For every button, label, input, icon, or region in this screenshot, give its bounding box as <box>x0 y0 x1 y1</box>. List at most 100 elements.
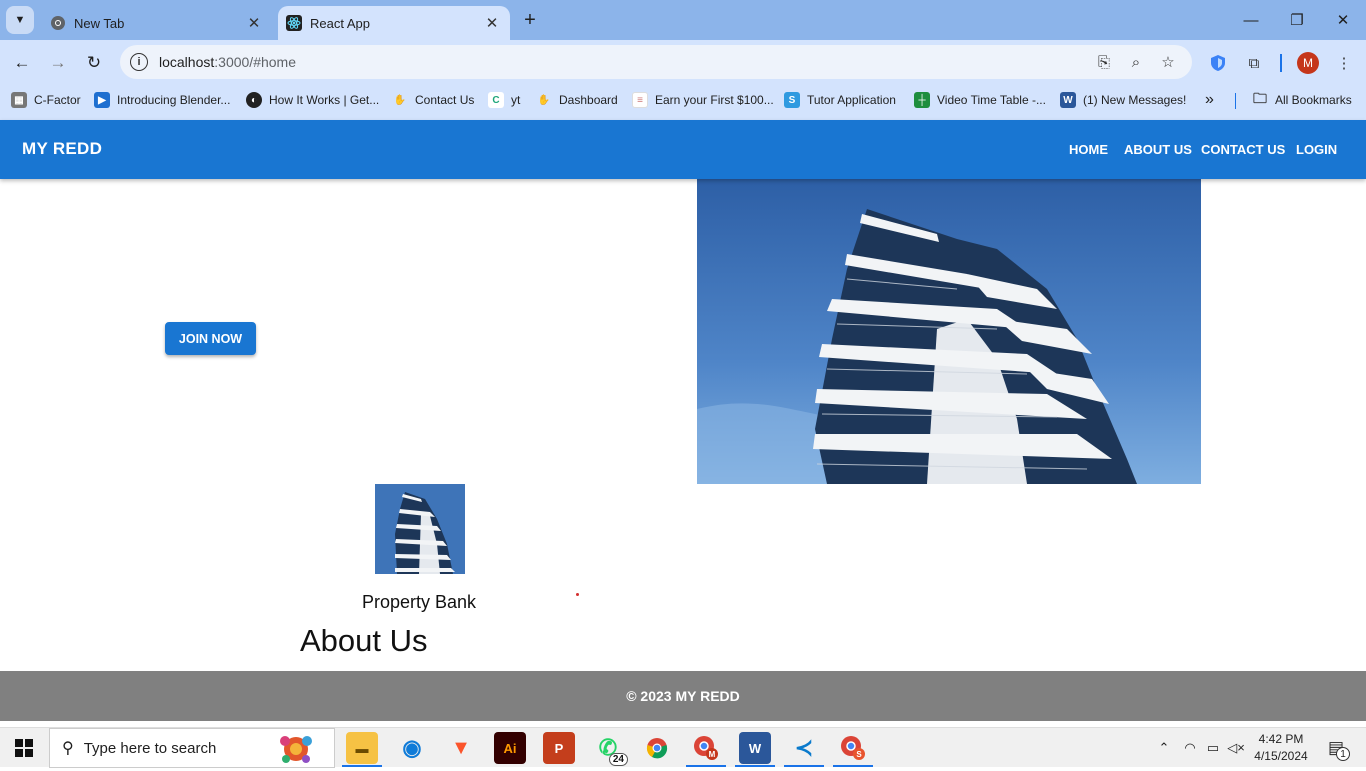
page-footer: © 2023 MY REDD <box>0 671 1366 721</box>
svg-text:S: S <box>856 750 862 759</box>
bookmark-label: Earn your First $100... <box>655 93 774 107</box>
browser-toolbar: ← → ↻ i localhost:3000/#home ⎘ ⌕ ☆ ⧉ M ⋮ <box>0 40 1366 86</box>
windows-taskbar: ⚲ Type here to search ▬ ◉ ▼ Ai P ✆ 24 M … <box>0 727 1366 768</box>
bookmark-item[interactable]: ▦ C-Factor <box>11 91 81 109</box>
bookmark-item[interactable]: ≡ Earn your First $100... <box>632 91 774 109</box>
plus-icon: + <box>524 8 536 31</box>
all-bookmarks-label: All Bookmarks <box>1275 93 1352 107</box>
cursor-dot <box>576 593 579 596</box>
battery-icon[interactable]: ▭ <box>1203 728 1223 768</box>
bookmark-item[interactable]: ▶ Introducing Blender... <box>94 91 230 109</box>
all-bookmarks-button[interactable]: 🗀 All Bookmarks <box>1252 90 1352 109</box>
url-host: localhost <box>159 54 215 70</box>
new-tab-button[interactable]: + <box>518 8 542 32</box>
bookmark-label: C-Factor <box>34 93 81 107</box>
bookmark-item[interactable]: C yt <box>488 91 520 109</box>
tab-react-app[interactable]: React App ✕ <box>278 6 510 40</box>
bookmark-item[interactable]: W (1) New Messages! <box>1060 91 1186 109</box>
shield-extension-icon[interactable] <box>1207 52 1229 74</box>
close-tab-icon[interactable]: ✕ <box>482 13 502 33</box>
s-icon: S <box>784 92 800 108</box>
word-taskbar-icon[interactable]: W <box>739 732 771 764</box>
sheets-icon: ┼ <box>914 92 930 108</box>
nav-contact-link[interactable]: CONTACT US <box>1201 142 1285 157</box>
nav-about-link[interactable]: ABOUT US <box>1124 142 1192 157</box>
star-icon[interactable]: ☆ <box>1158 52 1178 72</box>
join-now-button[interactable]: JOIN NOW <box>165 322 256 355</box>
minimize-button[interactable]: — <box>1239 8 1263 32</box>
wifi-icon[interactable]: ◠ <box>1180 728 1200 768</box>
tab-new-tab[interactable]: New Tab ✕ <box>40 6 272 40</box>
c-icon: C <box>488 92 504 108</box>
brand-logo-text[interactable]: MY REDD <box>22 139 102 159</box>
cfactor-icon: ▦ <box>11 92 27 108</box>
brave-icon[interactable]: ▼ <box>445 732 477 764</box>
extensions-puzzle-icon[interactable]: ⧉ <box>1243 52 1265 74</box>
search-placeholder: Type here to search <box>83 739 217 757</box>
powerpoint-icon[interactable]: P <box>543 732 575 764</box>
bookmark-label: Video Time Table -... <box>937 93 1046 107</box>
kebab-menu-icon[interactable]: ⋮ <box>1333 52 1355 74</box>
address-bar[interactable]: i localhost:3000/#home ⎘ ⌕ ☆ <box>120 45 1192 79</box>
bookmark-item[interactable]: ✋ Contact Us <box>392 91 475 109</box>
bookmark-item[interactable]: ◐ How It Works | Get... <box>246 91 379 109</box>
chevron-up-icon[interactable]: ⌃ <box>1154 728 1174 768</box>
taskbar-search-box[interactable]: ⚲ Type here to search <box>49 728 335 768</box>
nav-login-link[interactable]: LOGIN <box>1296 142 1337 157</box>
toolbar-divider <box>1280 54 1282 72</box>
arrow-left-icon: ← <box>13 53 31 72</box>
clock-time: 4:42 PM <box>1258 732 1304 746</box>
illustrator-icon[interactable]: Ai <box>494 732 526 764</box>
zoom-icon[interactable]: ⌕ <box>1126 52 1146 72</box>
tab-title: New Tab <box>74 15 125 31</box>
react-icon <box>286 15 302 31</box>
back-button[interactable]: ← <box>8 49 36 77</box>
volume-muted-icon[interactable]: ◁× <box>1226 728 1246 768</box>
file-explorer-icon[interactable]: ▬ <box>346 732 378 764</box>
bookmark-label: Tutor Application <box>807 93 896 107</box>
reload-icon: ↻ <box>86 53 102 72</box>
chrome-taskbar-icon[interactable] <box>641 732 673 764</box>
minimize-icon: — <box>1243 11 1259 29</box>
globe-icon: ◐ <box>246 92 262 108</box>
hero-building-image <box>697 179 1201 484</box>
chrome-profile-s-icon[interactable]: S <box>837 732 869 764</box>
url-path: :3000/#home <box>214 54 296 70</box>
about-us-heading: About Us <box>300 623 428 658</box>
site-info-icon[interactable]: i <box>130 53 148 71</box>
bookmark-item[interactable]: S Tutor Application <box>784 91 896 109</box>
windows-logo-icon <box>15 739 33 757</box>
bookmark-item[interactable]: ┼ Video Time Table -... <box>914 91 1046 109</box>
close-window-button[interactable]: ✕ <box>1331 8 1355 32</box>
chrome-profile-m-icon[interactable]: M <box>690 732 722 764</box>
clock-date: 4/15/2024 <box>1254 749 1308 763</box>
forward-button[interactable]: → <box>44 49 72 77</box>
system-clock[interactable]: 4:42 PM 4/15/2024 <box>1250 731 1312 765</box>
bookmark-label: How It Works | Get... <box>269 93 380 107</box>
bookmark-label: (1) New Messages! <box>1083 93 1187 107</box>
install-app-icon[interactable]: ⎘ <box>1094 52 1114 72</box>
edge-icon[interactable]: ◉ <box>396 732 428 764</box>
url-text[interactable]: localhost:3000/#home <box>159 54 296 70</box>
notification-center-icon[interactable]: ▤ 1 <box>1322 728 1350 768</box>
restore-button[interactable]: ❐ <box>1285 8 1309 32</box>
more-bookmarks-button[interactable]: » <box>1205 91 1214 109</box>
whatsapp-icon[interactable]: ✆ 24 <box>592 732 628 766</box>
bookmark-item[interactable]: ✋ Dashboard <box>536 91 618 109</box>
search-highlight-icon <box>272 731 320 771</box>
folder-icon: 🗀 <box>1253 90 1267 106</box>
chrome-icon <box>50 15 66 31</box>
tab-search-button[interactable]: ▼ <box>6 6 34 34</box>
profile-avatar[interactable]: M <box>1297 52 1319 74</box>
app-navbar: MY REDD HOME ABOUT US CONTACT US LOGIN <box>0 120 1366 179</box>
property-thumbnail-image <box>375 484 465 574</box>
close-tab-icon[interactable]: ✕ <box>244 13 264 33</box>
reload-button[interactable]: ↻ <box>80 49 108 77</box>
vscode-icon[interactable]: ≺ <box>788 732 820 764</box>
svg-text:M: M <box>709 750 716 759</box>
tab-title: React App <box>310 15 370 31</box>
notification-badge: 1 <box>1336 747 1350 761</box>
start-button[interactable] <box>0 728 48 768</box>
tab-strip: ▼ New Tab ✕ React App ✕ + — ❐ ✕ <box>0 0 1366 40</box>
nav-home-link[interactable]: HOME <box>1069 142 1108 157</box>
